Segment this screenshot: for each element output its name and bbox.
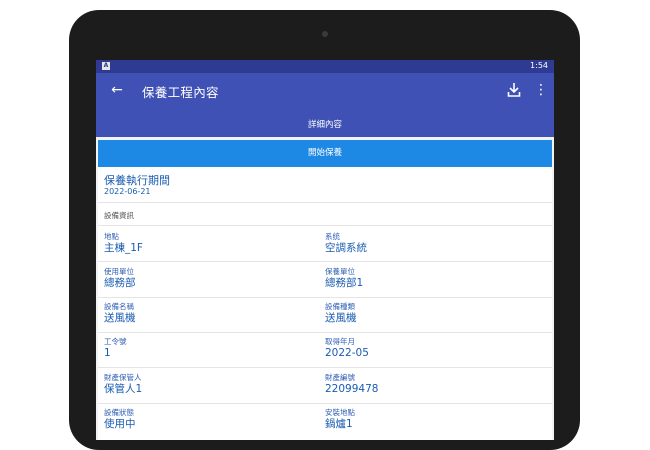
field-system: 系统 空調系統 <box>325 232 367 255</box>
field-value: 1 <box>104 347 111 359</box>
divider <box>98 202 552 203</box>
field-value: 22099478 <box>325 383 379 395</box>
field-value: 總務部1 <box>325 277 364 289</box>
app-bar: ← 保養工程內容 ⋮ <box>96 73 554 109</box>
detail-card: 保養執行期間 2022-06-21 設備資訊 地點 主棟_1F 系统 空調系統 … <box>98 167 552 440</box>
field-label: 使用單位 <box>104 267 134 276</box>
divider <box>98 297 552 298</box>
field-maintenance-unit: 保養單位 總務部1 <box>325 267 363 290</box>
field-asset-number: 財產編號 22099478 <box>325 373 378 396</box>
tab-bar: 詳細內容 <box>96 109 554 137</box>
field-label: 設備種類 <box>325 302 355 311</box>
back-arrow-icon[interactable]: ← <box>108 81 126 99</box>
field-value: 送風機 <box>104 312 136 324</box>
status-time: 1:54 <box>530 61 548 70</box>
divider <box>98 367 552 368</box>
field-label: 保養單位 <box>325 267 355 276</box>
field-location: 地點 主棟_1F <box>104 232 143 255</box>
field-work-order: 工令號 1 <box>104 337 127 360</box>
field-user-unit: 使用單位 總務部 <box>104 267 136 290</box>
field-label: 地點 <box>104 232 119 241</box>
field-equipment-type: 設備種類 送風機 <box>325 302 357 325</box>
field-label: 財產編號 <box>325 373 355 382</box>
field-value: 使用中 <box>104 418 136 430</box>
section-title: 設備資訊 <box>104 211 134 220</box>
field-value: 總務部 <box>104 277 136 289</box>
divider <box>98 225 552 226</box>
field-label: 工令號 <box>104 337 127 346</box>
field-label: 財產保管人 <box>104 373 142 382</box>
field-value: 送風機 <box>325 312 357 324</box>
field-equipment-name: 設備名稱 送風機 <box>104 302 136 325</box>
field-value: 空調系統 <box>325 242 367 254</box>
field-label: 系统 <box>325 232 340 241</box>
field-install-location: 安裝地點 鍋爐1 <box>325 408 355 431</box>
field-label: 設備狀態 <box>104 408 134 417</box>
divider <box>98 332 552 333</box>
start-maintenance-button[interactable]: 開始保養 <box>98 140 552 167</box>
more-vert-icon[interactable]: ⋮ <box>534 81 548 99</box>
field-value: 2022-05 <box>325 347 369 359</box>
device-screen: A 1:54 ← 保養工程內容 ⋮ 詳細內容 開始保養 保養執行期間 2022-… <box>96 60 554 440</box>
period-label: 保養執行期間 <box>104 174 170 187</box>
field-value: 鍋爐1 <box>325 418 353 430</box>
camera-dot <box>322 31 328 37</box>
page-title: 保養工程內容 <box>142 85 219 100</box>
field-equipment-status: 設備狀態 使用中 <box>104 408 136 431</box>
field-label: 安裝地點 <box>325 408 355 417</box>
field-value: 保管人1 <box>104 383 143 395</box>
download-icon[interactable] <box>507 82 521 98</box>
divider <box>98 403 552 404</box>
field-value: 主棟_1F <box>104 242 143 254</box>
notification-icon: A <box>102 62 110 70</box>
tab-details[interactable]: 詳細內容 <box>96 118 554 130</box>
field-acquired-date: 取得年月 2022-05 <box>325 337 369 360</box>
period-date: 2022-06-21 <box>104 187 151 196</box>
field-label: 取得年月 <box>325 337 355 346</box>
field-label: 設備名稱 <box>104 302 134 311</box>
status-bar: A 1:54 <box>96 60 554 73</box>
divider <box>98 261 552 262</box>
field-custodian: 財產保管人 保管人1 <box>104 373 142 396</box>
